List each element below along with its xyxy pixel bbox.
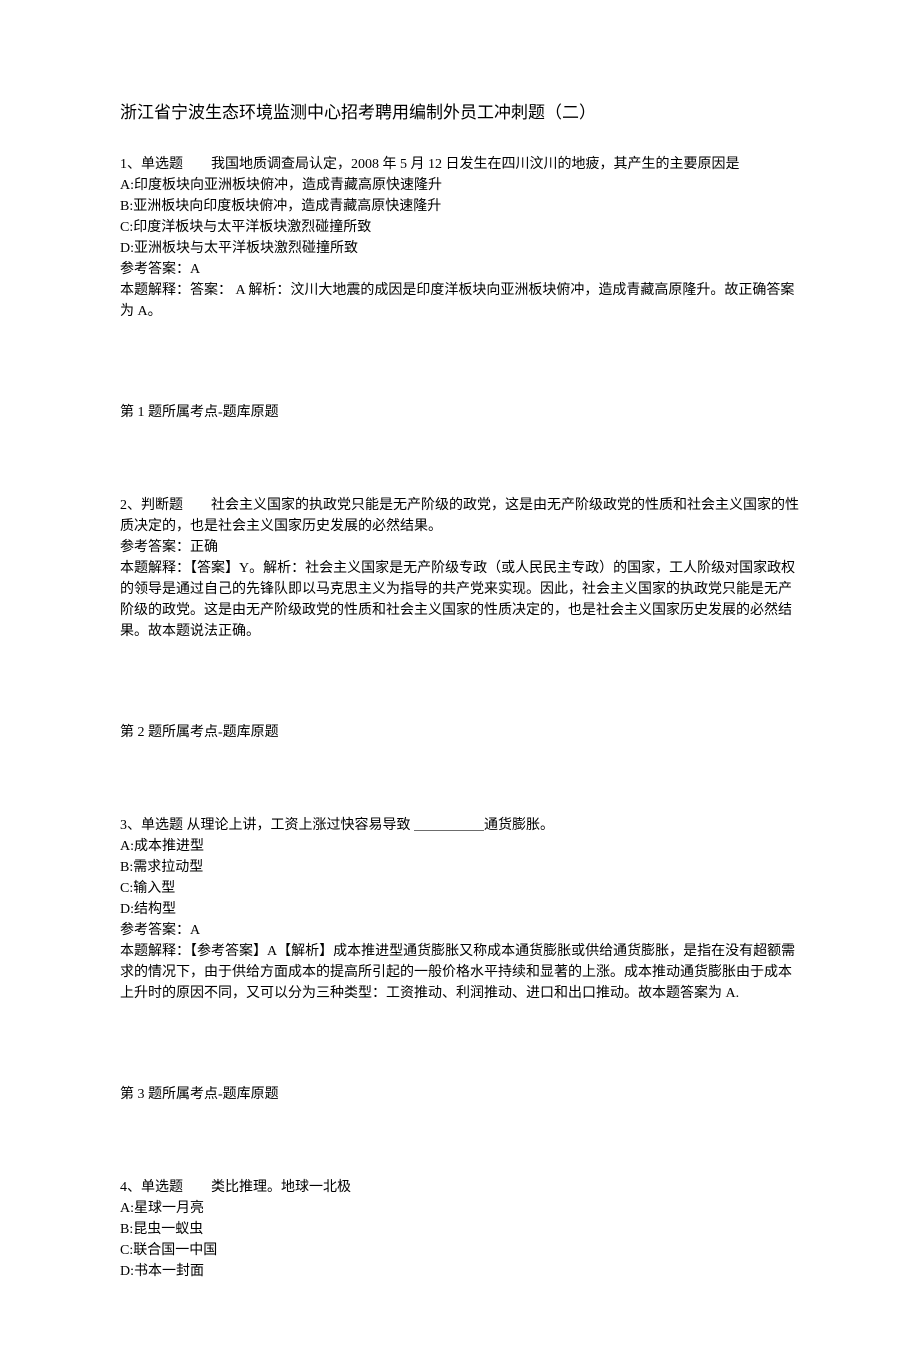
option-b: B:亚洲板块向印度板块俯冲，造成青藏高原快速隆升 (120, 196, 800, 217)
option-d: D:亚洲板块与太平洋板块激烈碰撞所致 (120, 238, 800, 259)
question-header: 2、判断题 社会主义国家的执政党只能是无产阶级的政党，这是由无产阶级政党的性质和… (120, 495, 800, 537)
option-c: C:联合国一中国 (120, 1240, 800, 1261)
explanation: 本题解释：【参考答案】A【解析】成本推进型通货膨胀又称成本通货膨胀或供给通货膨胀… (120, 941, 800, 1004)
option-d: D:结构型 (120, 899, 800, 920)
question-block: 4、单选题 类比推理。地球一北极 A:星球一月亮 B:昆虫一蚁虫 C:联合国一中… (120, 1177, 800, 1282)
explanation: 本题解释：答案： A 解析：汶川大地震的成因是印度洋板块向亚洲板块俯冲，造成青藏… (120, 280, 800, 322)
question-block: 1、单选题 我国地质调查局认定，2008 年 5 月 12 日发生在四川汶川的地… (120, 154, 800, 322)
question-footer: 第 2 题所属考点-题库原题 (120, 722, 800, 743)
option-a: A:星球一月亮 (120, 1198, 800, 1219)
question-block: 2、判断题 社会主义国家的执政党只能是无产阶级的政党，这是由无产阶级政党的性质和… (120, 495, 800, 642)
question-header: 3、单选题 从理论上讲，工资上涨过快容易导致 ＿＿＿＿＿通货膨胀。 (120, 815, 800, 836)
answer-label: 参考答案：正确 (120, 537, 800, 558)
option-a: A:成本推进型 (120, 836, 800, 857)
explanation: 本题解释：【答案】Y。解析：社会主义国家是无产阶级专政（或人民民主专政）的国家，… (120, 558, 800, 642)
question-footer: 第 1 题所属考点-题库原题 (120, 402, 800, 423)
option-b: B:昆虫一蚁虫 (120, 1219, 800, 1240)
option-d: D:书本一封面 (120, 1261, 800, 1282)
option-b: B:需求拉动型 (120, 857, 800, 878)
question-block: 3、单选题 从理论上讲，工资上涨过快容易导致 ＿＿＿＿＿通货膨胀。 A:成本推进… (120, 815, 800, 1004)
document-title: 浙江省宁波生态环境监测中心招考聘用编制外员工冲刺题（二） (120, 100, 800, 126)
question-header: 4、单选题 类比推理。地球一北极 (120, 1177, 800, 1198)
option-a: A:印度板块向亚洲板块俯冲，造成青藏高原快速隆升 (120, 175, 800, 196)
option-c: C:输入型 (120, 878, 800, 899)
question-header: 1、单选题 我国地质调查局认定，2008 年 5 月 12 日发生在四川汶川的地… (120, 154, 800, 175)
question-footer: 第 3 题所属考点-题库原题 (120, 1084, 800, 1105)
answer-label: 参考答案：A (120, 920, 800, 941)
document-page: 浙江省宁波生态环境监测中心招考聘用编制外员工冲刺题（二） 1、单选题 我国地质调… (0, 0, 920, 1360)
answer-label: 参考答案：A (120, 259, 800, 280)
option-c: C:印度洋板块与太平洋板块激烈碰撞所致 (120, 217, 800, 238)
